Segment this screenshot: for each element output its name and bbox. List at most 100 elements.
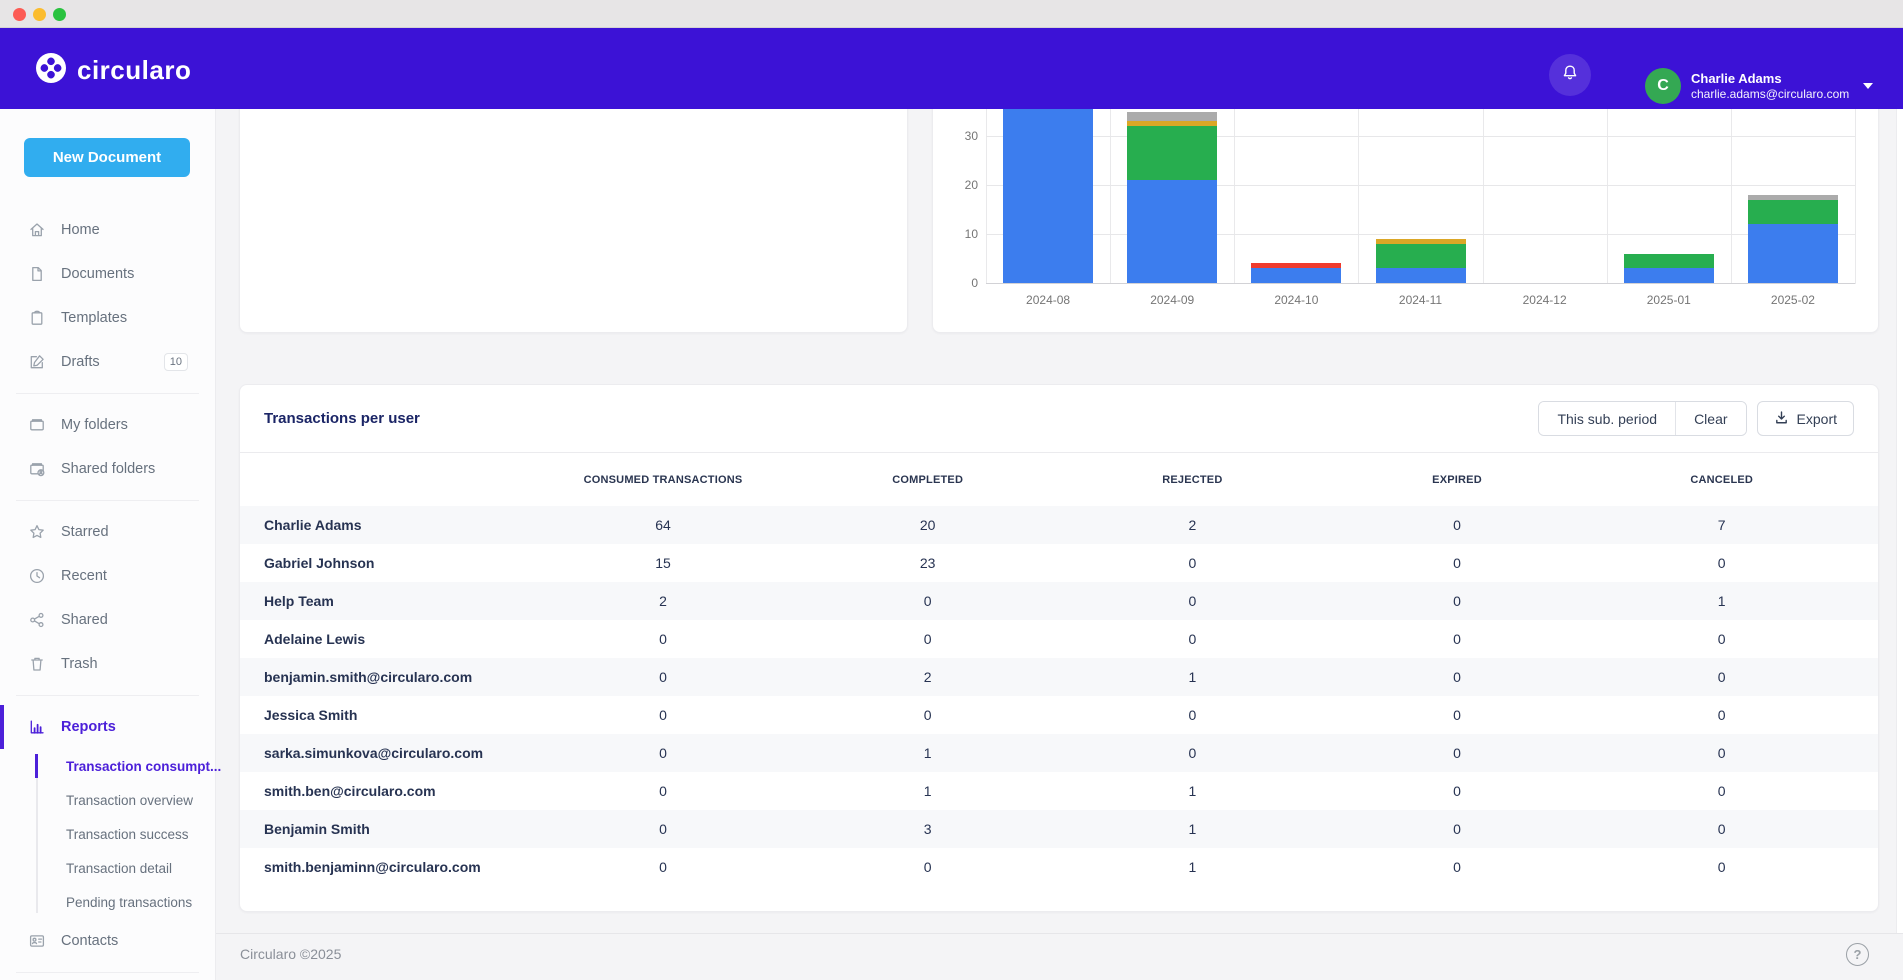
bell-icon (1560, 63, 1580, 88)
value-cell: 0 (1325, 707, 1590, 723)
value-cell: 0 (1325, 745, 1590, 761)
export-button[interactable]: Export (1757, 401, 1854, 436)
folder-shared-icon (28, 460, 46, 478)
contacts-icon (28, 932, 46, 950)
value-cell: 1 (1060, 859, 1325, 875)
sidebar-subitem-transaction-success[interactable]: Transaction success (0, 817, 215, 851)
sidebar-subitem-pending-transactions[interactable]: Pending transactions (0, 885, 215, 919)
value-cell: 0 (795, 859, 1060, 875)
value-cell: 1 (1060, 821, 1325, 837)
sidebar-subitem-transaction-consumpt[interactable]: Transaction consumpt... (0, 749, 215, 783)
sidebar-divider (16, 500, 199, 501)
minimize-window-button[interactable] (33, 8, 46, 21)
brand-wordmark: circularo (77, 55, 191, 86)
zoom-window-button[interactable] (53, 8, 66, 21)
user-name-cell: benjamin.smith@circularo.com (264, 669, 531, 685)
sidebar-item-documents[interactable]: Documents (0, 252, 215, 296)
sidebar-item-label: Home (61, 222, 100, 238)
column-header: CANCELED (1589, 474, 1854, 486)
bar-segment-2025-02-series-green (1748, 200, 1838, 225)
value-cell: 0 (1589, 707, 1854, 723)
bar-segment-2024-11-series-blue (1376, 268, 1466, 283)
star-icon (28, 523, 46, 541)
sidebar-item-shared[interactable]: Shared (0, 598, 215, 642)
bar-segment-2024-11-series-yellow (1376, 239, 1466, 244)
this-sub-period-button[interactable]: This sub. period (1539, 402, 1675, 435)
window-titlebar (0, 0, 1903, 28)
table-row: smith.ben@circularo.com01100 (240, 772, 1878, 810)
user-name-cell: Jessica Smith (264, 707, 531, 723)
chart-x-label: 2024-11 (1358, 293, 1482, 307)
bar-segment-2025-02-series-blue (1748, 224, 1838, 283)
user-name-cell: sarka.simunkova@circularo.com (264, 745, 531, 761)
sidebar-item-home[interactable]: Home (0, 208, 215, 252)
value-cell: 2 (1060, 517, 1325, 533)
value-cell: 0 (1325, 783, 1590, 799)
circularo-logo-icon (35, 52, 67, 89)
value-cell: 0 (1589, 669, 1854, 685)
notifications-button[interactable] (1549, 54, 1591, 96)
new-document-button[interactable]: New Document (24, 138, 190, 177)
sidebar-subitem-transaction-overview[interactable]: Transaction overview (0, 783, 215, 817)
column-header: EXPIRED (1325, 474, 1590, 486)
sidebar-item-label: Recent (61, 568, 107, 584)
chart-x-label: 2024-08 (986, 293, 1110, 307)
table-title: Transactions per user (264, 410, 420, 427)
sidebar-item-label: Trash (61, 656, 98, 672)
help-button[interactable]: ? (1846, 943, 1869, 966)
value-cell: 0 (1060, 631, 1325, 647)
value-cell: 0 (531, 707, 796, 723)
sidebar-item-label: Contacts (61, 933, 118, 949)
value-cell: 1 (795, 745, 1060, 761)
value-cell: 0 (1589, 745, 1854, 761)
sidebar-item-contacts[interactable]: Contacts (0, 919, 215, 963)
bar-segment-2025-01-series-blue (1624, 268, 1714, 283)
value-cell: 7 (1589, 517, 1854, 533)
value-cell: 0 (1060, 593, 1325, 609)
sidebar-item-label: Starred (61, 524, 109, 540)
chart-gridline-h (986, 234, 1855, 235)
value-cell: 1 (1060, 783, 1325, 799)
documents-icon (28, 265, 46, 283)
table-row: Adelaine Lewis00000 (240, 620, 1878, 658)
bar-segment-2024-10-series-red (1251, 263, 1341, 268)
clear-button[interactable]: Clear (1675, 402, 1745, 435)
value-cell: 2 (795, 669, 1060, 685)
sidebar-item-trash[interactable]: Trash (0, 642, 215, 686)
sidebar-subitem-transaction-detail[interactable]: Transaction detail (0, 851, 215, 885)
value-cell: 0 (1325, 517, 1590, 533)
reports-subnav: Transaction consumpt...Transaction overv… (0, 749, 215, 919)
sidebar-item-reports[interactable]: Reports (0, 705, 215, 749)
table-row: Jessica Smith00000 (240, 696, 1878, 734)
app-window: circularo C Charlie Adams charlie.adams@… (0, 0, 1903, 980)
sidebar-item-shared-folders[interactable]: Shared folders (0, 447, 215, 491)
value-cell: 0 (1589, 821, 1854, 837)
column-header: CONSUMED TRANSACTIONS (531, 474, 796, 486)
page-scrollbar[interactable] (1896, 109, 1903, 933)
bar-segment-2024-08-series-blue (1003, 87, 1093, 283)
value-cell: 0 (1060, 707, 1325, 723)
table-row: Charlie Adams6420207 (240, 506, 1878, 544)
sidebar-item-templates[interactable]: Templates (0, 296, 215, 340)
value-cell: 0 (1325, 859, 1590, 875)
sidebar-item-starred[interactable]: Starred (0, 510, 215, 554)
table-row: sarka.simunkova@circularo.com01000 (240, 734, 1878, 772)
user-name-cell: Gabriel Johnson (264, 555, 531, 571)
column-header: REJECTED (1060, 474, 1325, 486)
sidebar-divider (16, 972, 199, 973)
bar-segment-2024-09-series-green (1127, 126, 1217, 180)
table-row: smith.benjaminn@circularo.com00100 (240, 848, 1878, 886)
close-window-button[interactable] (13, 8, 26, 21)
brand-logo[interactable]: circularo (35, 52, 191, 89)
sidebar-item-label: Shared folders (61, 461, 155, 477)
sidebar-item-recent[interactable]: Recent (0, 554, 215, 598)
value-cell: 0 (531, 669, 796, 685)
sidebar-item-label: Drafts (61, 354, 100, 370)
value-cell: 0 (1325, 555, 1590, 571)
sidebar-item-drafts[interactable]: Drafts10 (0, 340, 215, 384)
drafts-icon (28, 353, 46, 371)
value-cell: 0 (1060, 745, 1325, 761)
chart-x-label: 2025-02 (1731, 293, 1855, 307)
sidebar-item-my-folders[interactable]: My folders (0, 403, 215, 447)
user-menu[interactable]: C Charlie Adams charlie.adams@circularo.… (1645, 68, 1873, 104)
